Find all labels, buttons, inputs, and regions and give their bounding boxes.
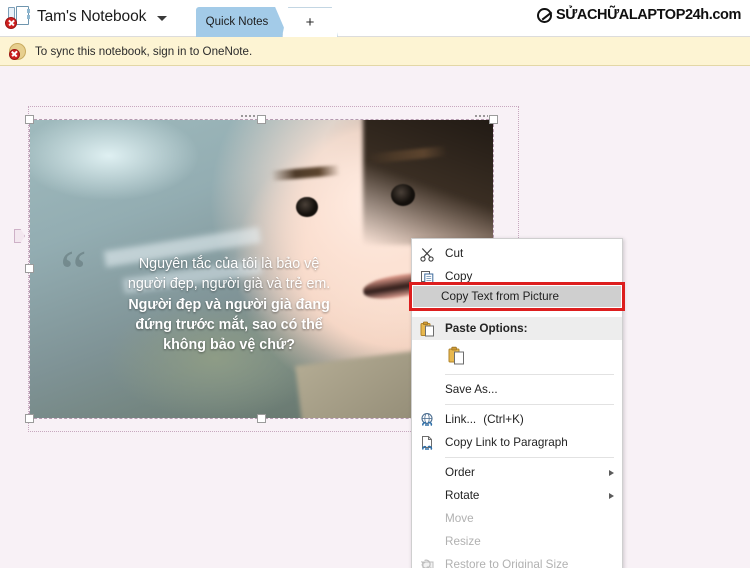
onenote-window: Tam's Notebook Quick Notes + SỬACHỮALAPT… (0, 0, 750, 568)
caption-line: đứng trước mắt, sao có thể (135, 316, 323, 333)
menu-item-link[interactable]: Link... (Ctrl+K) (412, 408, 622, 431)
sync-notification-bar[interactable]: To sync this notebook, sign in to OneNot… (0, 37, 750, 66)
menu-divider (445, 374, 614, 375)
menu-item-order-label: Order (445, 466, 475, 479)
watermark-text: SỬACHỮALAPTOP24h.com (556, 7, 741, 23)
sync-error-icon (9, 42, 26, 60)
menu-item-copy-text-from-picture[interactable]: Copy Text from Picture (412, 285, 622, 308)
menu-item-restore-size-label: Restore to Original Size (445, 558, 569, 568)
tab-quick-notes[interactable]: Quick Notes (196, 7, 288, 37)
paste-options-label: Paste Options: (445, 322, 528, 335)
chevron-down-icon[interactable] (157, 15, 168, 21)
menu-item-copy-link-label: Copy Link to Paragraph (445, 436, 568, 449)
menu-item-move: Move (412, 507, 622, 530)
menu-item-copy-text-from-picture-label: Copy Text from Picture (441, 290, 559, 303)
caption-line: không bảo vệ chứ? (163, 337, 296, 354)
globe-link-icon (419, 412, 436, 429)
restore-size-icon (419, 557, 436, 568)
notebook-selector[interactable]: Tam's Notebook (5, 6, 168, 29)
menu-item-rotate-label: Rotate (445, 489, 480, 502)
paste-options-row[interactable] (412, 340, 622, 371)
sync-message: To sync this notebook, sign in to OneNot… (35, 44, 253, 58)
menu-item-rotate[interactable]: Rotate (412, 484, 622, 507)
menu-item-restore-original-size: Restore to Original Size (412, 553, 622, 568)
gear-slash-icon (537, 7, 552, 23)
caption-line: Nguyên tắc của tôi là bảo vệ (138, 256, 320, 273)
menu-item-save-as-label: Save As... (445, 383, 498, 396)
menu-item-copy-text-from-picture-highlight[interactable]: Copy Text from Picture (409, 282, 625, 311)
menu-item-cut-label: Cut (445, 247, 464, 260)
notebook-title: Tam's Notebook (37, 7, 147, 25)
notebook-error-icon (5, 6, 30, 29)
site-watermark: SỬACHỮALAPTOP24h.com (537, 7, 741, 23)
menu-item-save-as[interactable]: Save As... (412, 378, 622, 401)
menu-item-link-label: Link... (445, 413, 477, 426)
scissors-icon (419, 246, 436, 263)
menu-section-paste-options: Paste Options: (412, 317, 622, 340)
container-drag-handle[interactable] (14, 229, 25, 243)
title-bar: Tam's Notebook Quick Notes + SỬACHỮALAPT… (0, 0, 750, 37)
caption-line: Người đẹp và người già đang (128, 296, 330, 313)
error-badge-icon (5, 17, 17, 29)
menu-item-cut[interactable]: Cut (412, 242, 622, 265)
page-link-icon (419, 435, 436, 452)
menu-item-copy-link-to-paragraph[interactable]: Copy Link to Paragraph (412, 431, 622, 454)
plus-icon: + (305, 14, 315, 31)
caption-line: người đẹp, người già và trẻ em. (127, 276, 331, 293)
menu-item-order[interactable]: Order (412, 461, 622, 484)
menu-item-resize: Resize (412, 530, 622, 553)
note-canvas[interactable]: “ Nguyên tắc của tôi là bảo vệ người đẹp… (0, 66, 750, 568)
image-caption: Nguyên tắc của tôi là bảo vệ người đẹp, … (53, 254, 405, 355)
menu-item-resize-label: Resize (445, 535, 481, 548)
paste-keep-formatting-icon[interactable] (447, 346, 466, 366)
menu-item-link-accel: (Ctrl+K) (483, 413, 524, 426)
submenu-arrow-icon (609, 492, 614, 499)
menu-divider (445, 404, 614, 405)
menu-divider (445, 457, 614, 458)
clipboard-icon (419, 321, 436, 338)
submenu-arrow-icon (609, 469, 614, 476)
tab-add-section[interactable]: + (282, 7, 338, 37)
menu-item-move-label: Move (445, 512, 474, 525)
tab-quick-notes-label: Quick Notes (205, 16, 269, 28)
